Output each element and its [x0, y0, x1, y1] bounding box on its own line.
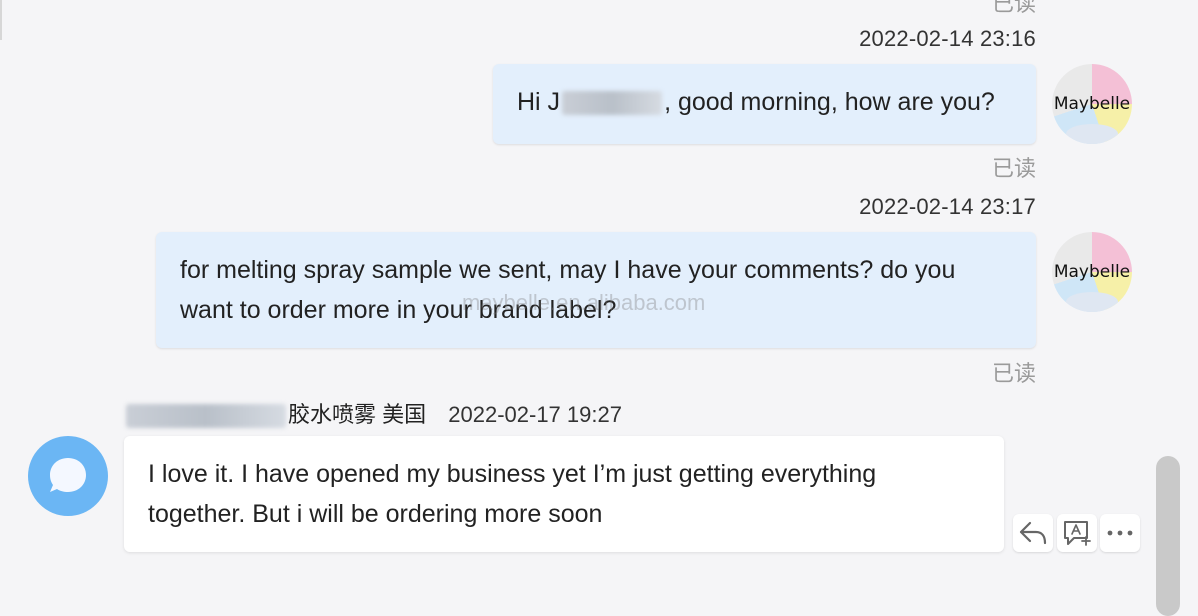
message-timestamp: 2022-02-17 19:27	[448, 402, 622, 427]
seller-avatar[interactable]: Maybelle	[1052, 64, 1132, 144]
reply-icon	[1019, 521, 1047, 545]
watermark-text: maybelle.en.alibaba.com	[462, 290, 706, 315]
message-text: I love it. I have opened my business yet…	[148, 460, 877, 528]
read-status: 已读	[991, 361, 1036, 386]
sender-line: 胶水喷雾 美国 2022-02-17 19:27	[124, 397, 622, 429]
sender-name-suffix: 胶水喷雾 美国	[288, 402, 427, 427]
scrollbar-thumb[interactable]	[1156, 456, 1180, 616]
message-text-end: , good morning, how are you?	[664, 88, 995, 116]
avatar-bottle-shape	[1066, 292, 1118, 312]
chat-bubble-icon	[50, 458, 86, 492]
message-timestamp: 2022-02-14 23:17	[859, 194, 1036, 219]
more-options-button[interactable]	[1100, 514, 1140, 552]
read-status: 已读	[991, 156, 1036, 181]
more-icon	[1107, 530, 1133, 536]
maybelle-logo: Maybelle	[1053, 262, 1131, 282]
message-timestamp: 2022-02-14 23:16	[859, 26, 1036, 51]
maybelle-logo: Maybelle	[1053, 94, 1131, 114]
translate-icon	[1064, 521, 1091, 546]
message-text-start: Hi J	[517, 88, 561, 116]
translate-button[interactable]	[1057, 514, 1097, 552]
reply-button[interactable]	[1013, 514, 1053, 552]
left-divider	[0, 0, 2, 40]
outgoing-message-bubble[interactable]: Hi J , good morning, how are you?	[493, 64, 1036, 144]
incoming-message-bubble[interactable]: I love it. I have opened my business yet…	[124, 436, 1004, 552]
redacted-name	[562, 91, 663, 116]
seller-avatar[interactable]: Maybelle	[1052, 232, 1132, 312]
read-status-top: 已读	[991, 0, 1036, 16]
avatar-bottle-shape	[1066, 124, 1118, 144]
customer-avatar[interactable]	[28, 436, 108, 516]
redacted-sender-name	[126, 404, 286, 429]
